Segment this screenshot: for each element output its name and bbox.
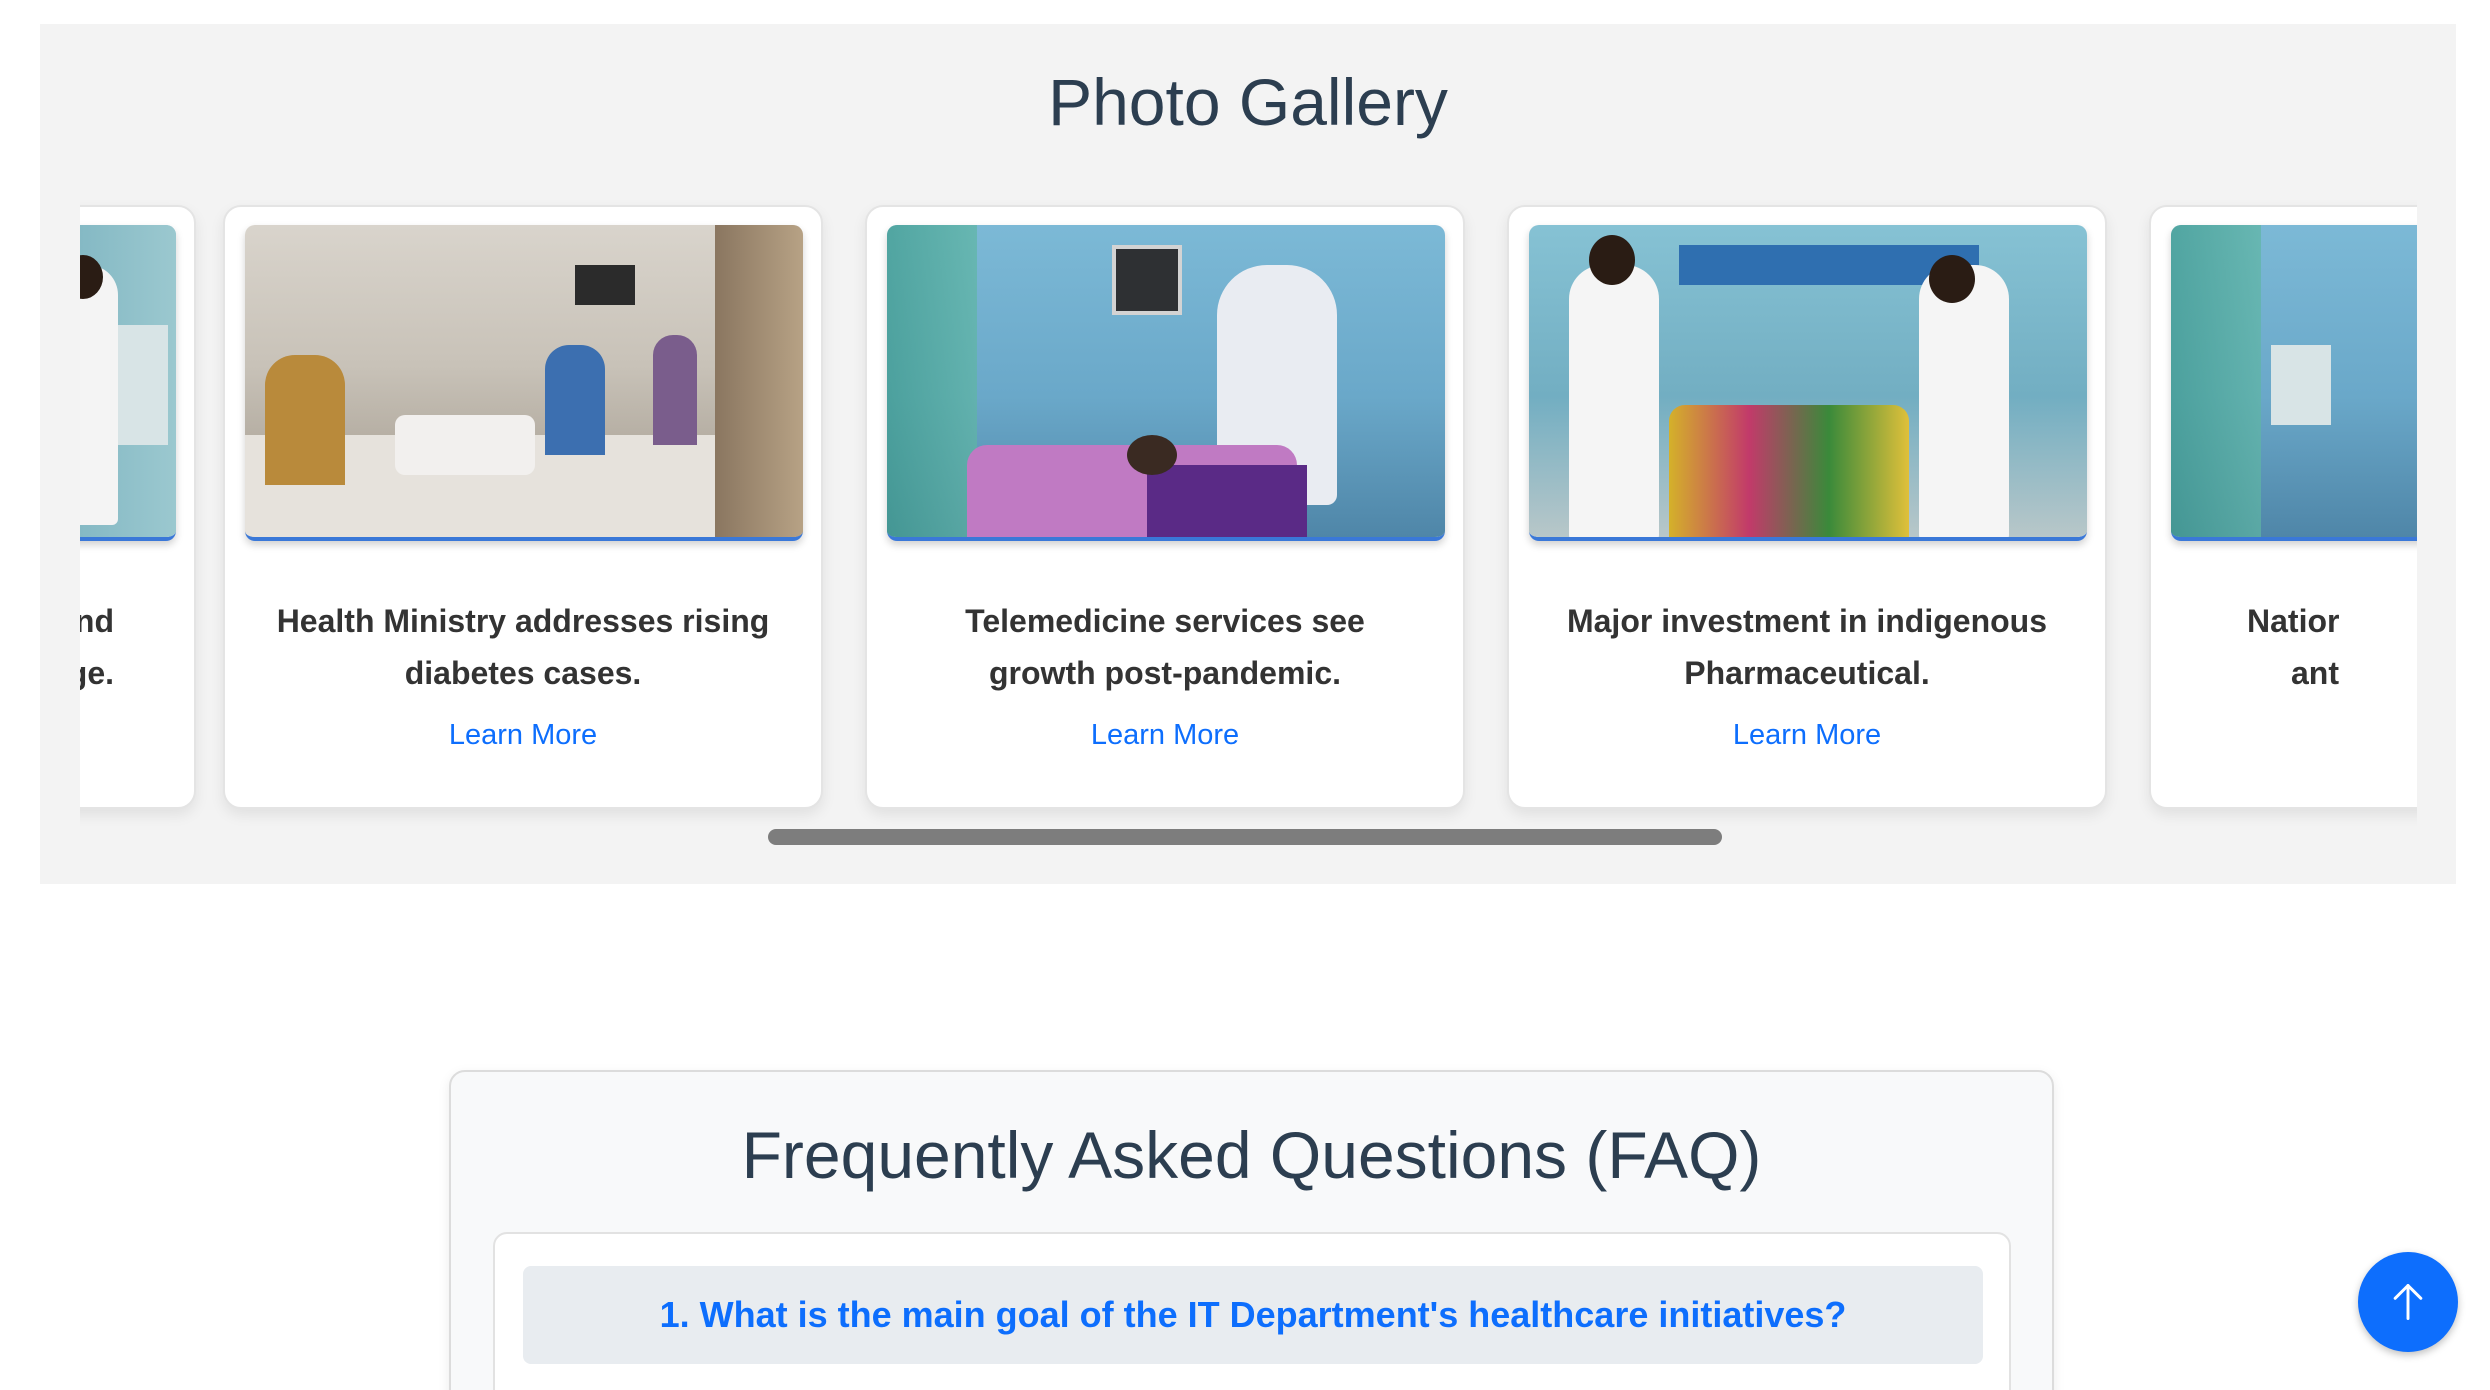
faq-section: Frequently Asked Questions (FAQ) 1. What… [449,1070,2054,1390]
gallery-scrollbar[interactable] [768,829,1722,845]
gallery-card: Health Ministry addresses rising diabetes… [223,205,823,809]
gallery-photo [80,225,176,541]
page: Photo Gallery expandve [0,0,2490,1390]
gallery-card: Major investment in indigenous Pharmaceut… [1507,205,2107,809]
gallery-carousel[interactable]: expandverage. [80,180,2417,860]
gallery-photo [1529,225,2087,541]
faq-item: 1. What is the main goal of the IT Depar… [493,1232,2011,1390]
gallery-caption: Natior ant [2247,603,2340,691]
gallery-caption: Telemedicine services see growth post-pan… [965,603,1365,691]
learn-more-link[interactable]: Learn More [867,719,1463,752]
gallery-caption: Health Ministry addresses rising diabetes… [276,603,770,691]
faq-title: Frequently Asked Questions (FAQ) [741,1118,1762,1192]
faq-question-button[interactable]: 1. What is the main goal of the IT Depar… [523,1266,1983,1364]
gallery-caption: expandverage. [80,603,114,691]
gallery-caption: Major investment in indigenous Pharmaceut… [1566,603,2048,691]
gallery-photo [887,225,1445,541]
arrow-up-icon [2393,1284,2423,1320]
photo-gallery-section: Photo Gallery expandve [40,24,2456,884]
gallery-photo [245,225,803,541]
gallery-title: Photo Gallery [1048,65,1448,139]
gallery-scrollbar-thumb[interactable] [768,829,1722,845]
gallery-card: expandverage. [80,205,196,809]
learn-more-link[interactable]: Learn More [1509,719,2105,752]
gallery-card: Natior ant [2149,205,2417,809]
gallery-photo [2171,225,2417,541]
back-to-top-button[interactable] [2358,1252,2458,1352]
gallery-card: Telemedicine services see growth post-pan… [865,205,1465,809]
learn-more-link[interactable]: Learn More [225,719,821,752]
